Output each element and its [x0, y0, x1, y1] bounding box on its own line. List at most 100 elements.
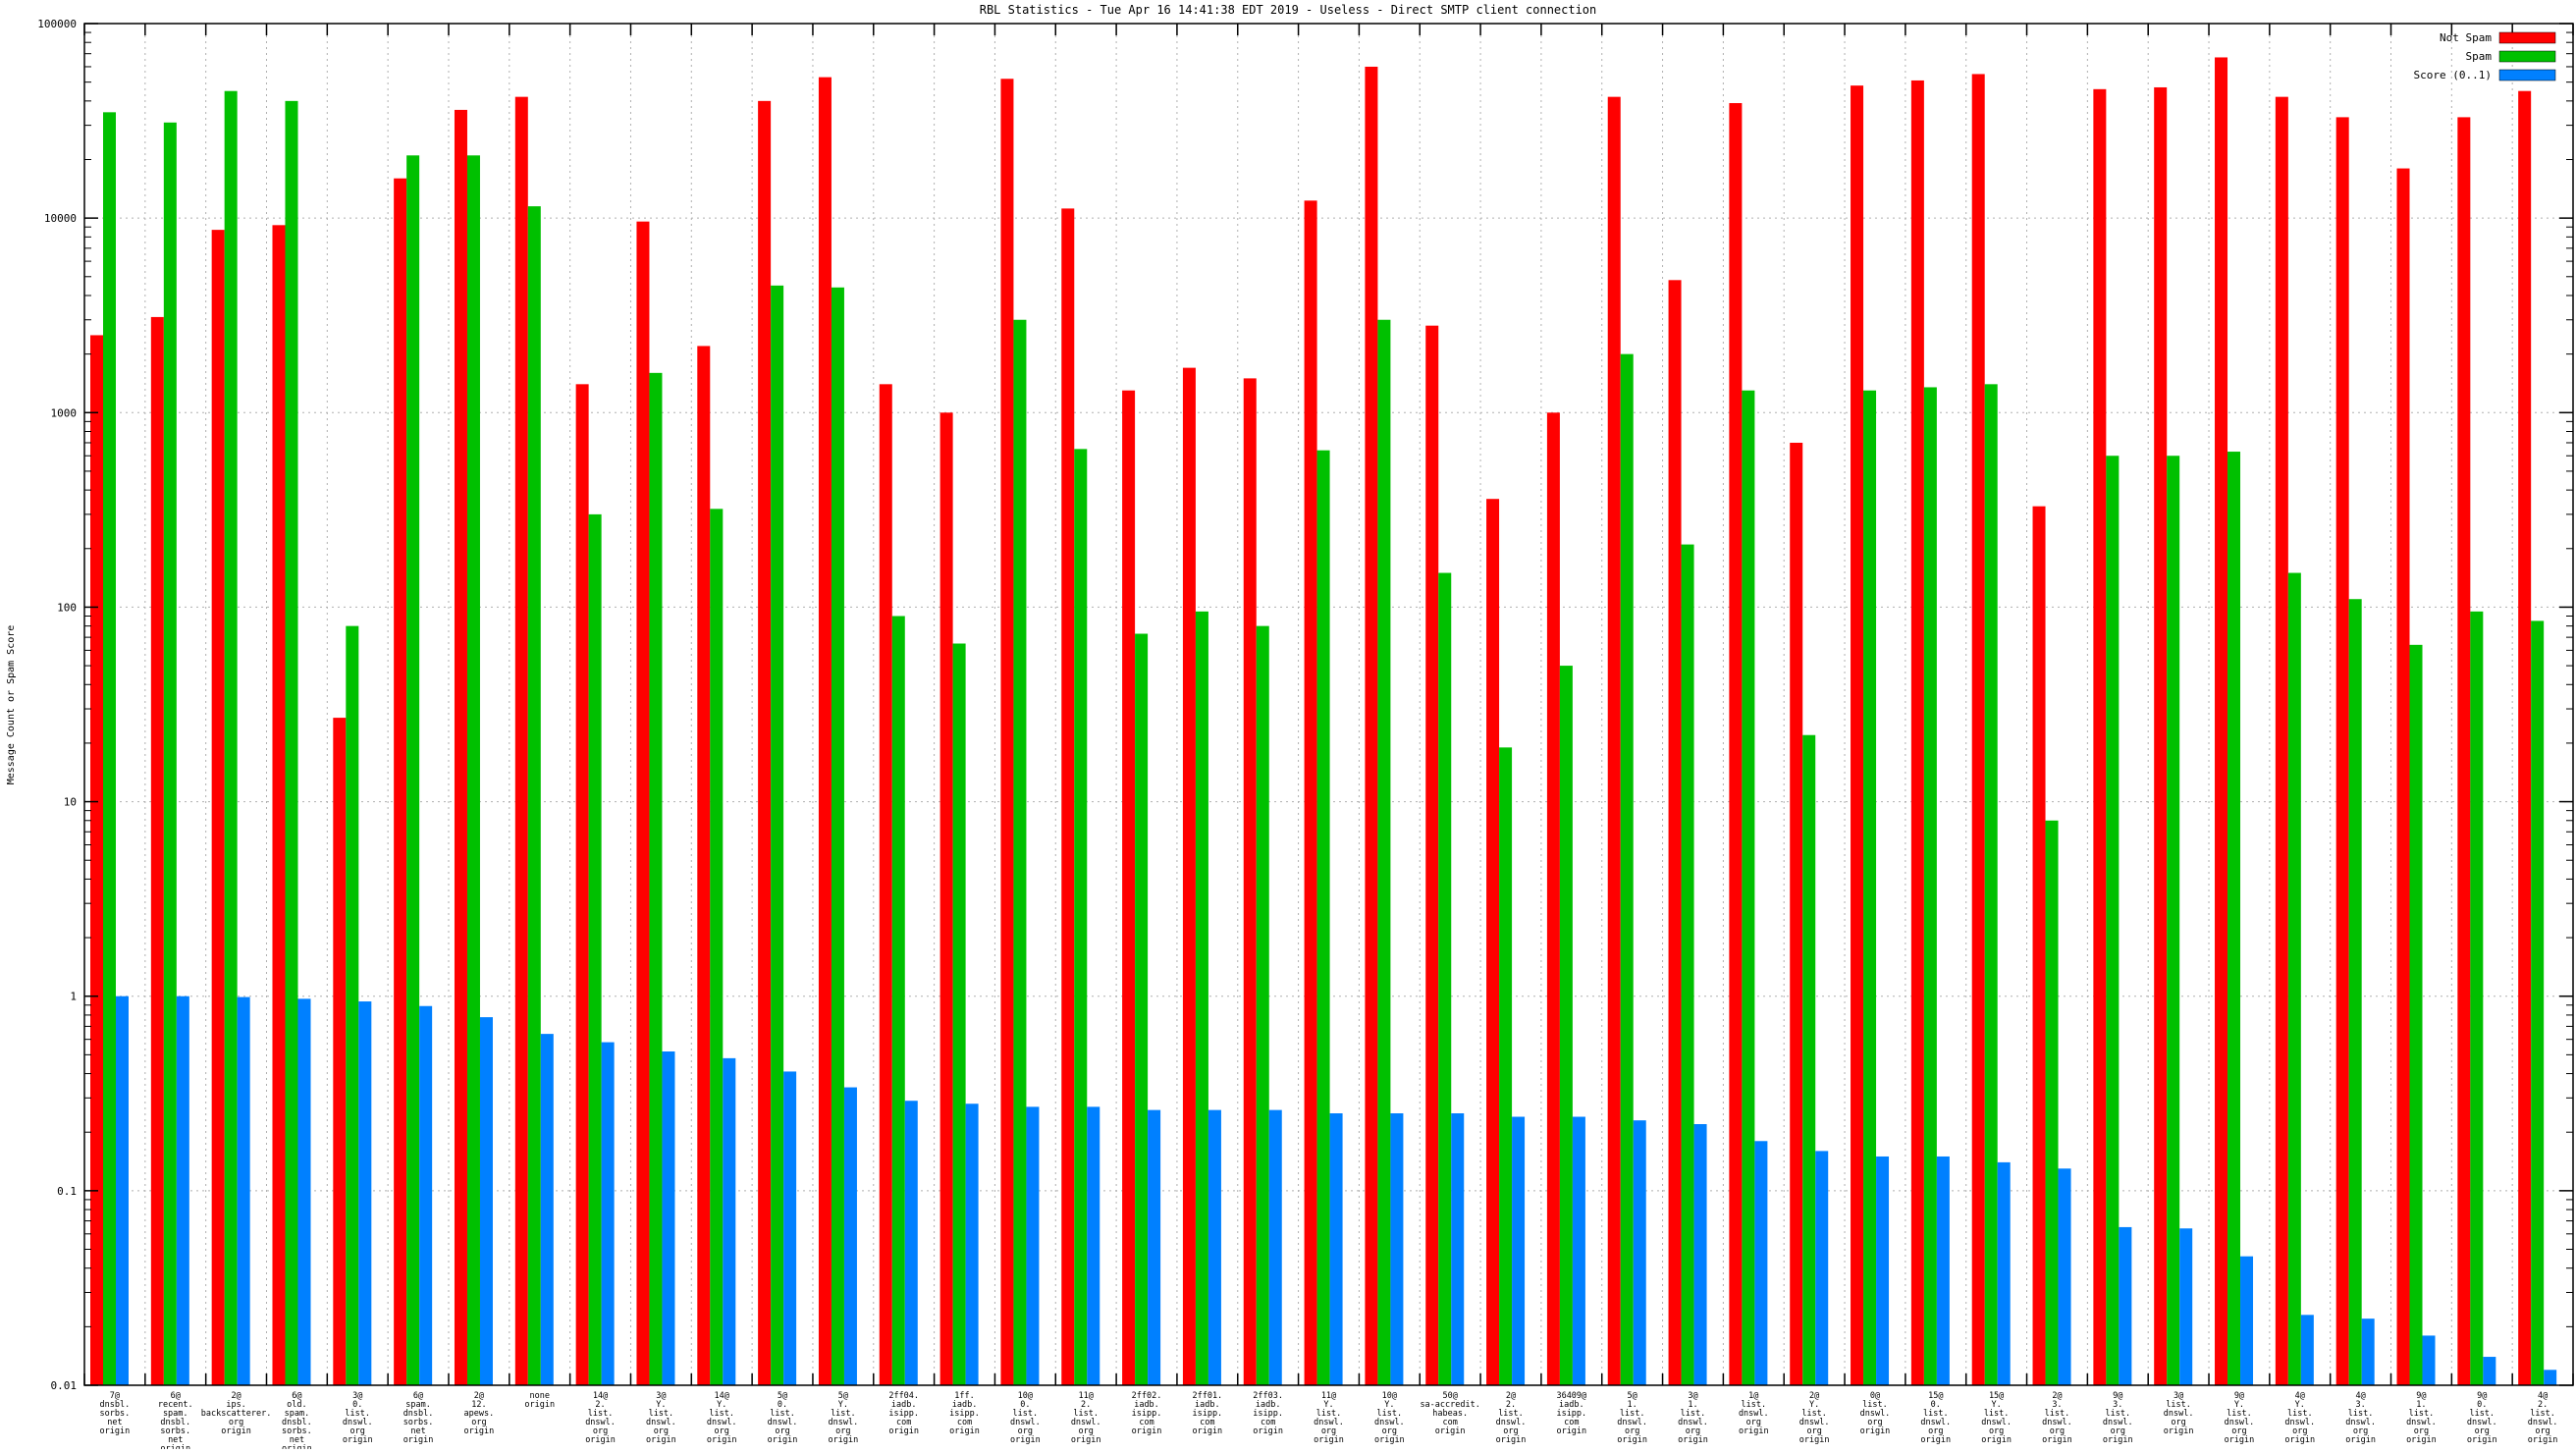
x-category-label-line: origin	[1435, 1426, 1466, 1436]
x-category-label-line: origin	[2164, 1426, 2194, 1436]
x-category-label: noneorigin	[524, 1391, 555, 1410]
x-category-label: 4@Y.list.dnswl.orgorigin	[2284, 1391, 2315, 1445]
score-bar	[1208, 1109, 1221, 1385]
not-spam-bar	[1182, 367, 1196, 1385]
x-category-label-line: origin	[829, 1435, 859, 1445]
x-category-label: 14@Y.list.dnswl.orgorigin	[707, 1391, 737, 1445]
y-tick-label: 10000	[44, 212, 77, 225]
spam-bar	[527, 206, 541, 1386]
spam-bar	[285, 100, 298, 1385]
score-bar	[419, 1005, 433, 1385]
legend-swatch	[2498, 50, 2556, 63]
x-category-label: 5@Y.list.dnswl.orgorigin	[829, 1391, 859, 1445]
bar-layer	[90, 57, 2557, 1386]
spam-bar	[406, 155, 420, 1386]
spam-bar	[1256, 625, 1269, 1385]
not-spam-bar	[758, 100, 772, 1385]
x-category-label: 0@list.dnswl.orgorigin	[1860, 1391, 1891, 1436]
not-spam-bar	[697, 346, 711, 1385]
x-category-label: 10@Y.list.dnswl.orgorigin	[1374, 1391, 1405, 1445]
spam-bar	[2470, 611, 2484, 1385]
x-category-label-line: origin	[768, 1435, 798, 1445]
score-bar	[1997, 1161, 2011, 1385]
not-spam-bar	[211, 230, 225, 1385]
x-category-label: 6@recent.spam.dnsbl.sorbs.netorigin	[158, 1391, 193, 1453]
x-category-label: 2ff02.iadb.isipp.comorigin	[1132, 1391, 1162, 1436]
x-category-label: 9@3.list.dnswl.orgorigin	[2103, 1391, 2133, 1445]
not-spam-bar	[2335, 117, 2349, 1385]
x-category-label: 15@Y.list.dnswl.orgorigin	[1981, 1391, 2012, 1445]
x-category-label-line: origin	[100, 1426, 131, 1436]
legend-label: Not Spam	[2440, 31, 2492, 44]
x-category-label-line: origin	[1253, 1426, 1283, 1436]
legend-entry-spam: Spam	[2466, 50, 2556, 63]
score-bar	[176, 996, 189, 1385]
x-category-label-line: origin	[1981, 1435, 2012, 1445]
x-category-label-line: origin	[2284, 1435, 2315, 1445]
not-spam-bar	[939, 412, 953, 1385]
spam-bar	[2167, 456, 2180, 1385]
x-category-label: 14@2.list.dnswl.orgorigin	[585, 1391, 616, 1445]
x-category-label-line: origin	[2103, 1435, 2133, 1445]
score-bar	[1026, 1106, 1040, 1385]
spam-bar	[1316, 450, 1330, 1385]
not-spam-bar	[1304, 200, 1317, 1385]
y-tick-label: 1	[70, 991, 77, 1003]
not-spam-bar	[1546, 412, 1560, 1385]
spam-bar	[649, 372, 663, 1385]
score-bar	[1512, 1116, 1526, 1385]
x-category-label-line: origin	[343, 1435, 373, 1445]
score-bar	[1754, 1141, 1768, 1385]
y-axis-title: Message Count or Spam Score	[6, 625, 17, 785]
score-bar	[1148, 1109, 1161, 1385]
not-spam-bar	[1000, 79, 1014, 1385]
not-spam-bar	[90, 335, 103, 1385]
spam-bar	[1195, 611, 1208, 1385]
x-category-label: 9@0.list.dnswl.orgorigin	[2467, 1391, 2497, 1445]
x-category-label: 7@dnsbl.sorbs.netorigin	[100, 1391, 131, 1436]
score-bar	[1451, 1113, 1465, 1385]
score-bar	[662, 1050, 675, 1385]
not-spam-bar	[1486, 499, 1500, 1386]
score-bar	[2119, 1226, 2132, 1385]
score-bar	[2300, 1315, 2314, 1385]
spam-bar	[1742, 390, 1755, 1386]
not-spam-bar	[2396, 168, 2410, 1385]
x-category-label-line: origin	[2225, 1435, 2255, 1445]
spam-bar	[2227, 452, 2241, 1386]
x-category-label-line: origin	[2467, 1435, 2497, 1445]
score-bar	[601, 1042, 615, 1385]
x-category-label: 9@Y.list.dnswl.orgorigin	[2225, 1391, 2255, 1445]
score-bar	[1876, 1156, 1890, 1385]
not-spam-bar	[2275, 96, 2288, 1385]
x-category-label-line: origin	[2406, 1435, 2437, 1445]
spam-bar	[1377, 319, 1391, 1385]
x-category-label: 2@Y.list.dnswl.orgorigin	[1799, 1391, 1830, 1445]
not-spam-bar	[1668, 280, 1682, 1386]
score-bar	[1390, 1113, 1404, 1385]
x-category-label-line: origin	[1556, 1426, 1586, 1436]
x-category-label-line: origin	[1374, 1435, 1405, 1445]
y-tick-label: 10	[64, 796, 77, 809]
x-category-label: 4@2.list.dnswl.orgorigin	[2528, 1391, 2558, 1445]
x-category-label: 5@0.list.dnswl.orgorigin	[768, 1391, 798, 1445]
chart-title: RBL Statistics - Tue Apr 16 14:41:38 EDT…	[980, 3, 1597, 17]
x-category-label-line: origin	[1617, 1435, 1647, 1445]
spam-bar	[1620, 353, 1634, 1385]
spam-bar	[163, 122, 177, 1385]
not-spam-bar	[1061, 208, 1075, 1386]
x-category-label-line: origin	[403, 1435, 434, 1445]
not-spam-bar	[2518, 90, 2532, 1385]
x-category-label: 15@0.list.dnswl.orgorigin	[1920, 1391, 1951, 1445]
spam-bar	[1013, 319, 1027, 1385]
x-category-label-line: origin	[1192, 1426, 1222, 1436]
spam-bar	[891, 616, 905, 1385]
not-spam-bar	[1243, 378, 1257, 1385]
x-category-label-line: origin	[1010, 1435, 1041, 1445]
x-category-label: 2ff01.iadb.isipp.comorigin	[1192, 1391, 1222, 1436]
spam-bar	[2531, 620, 2545, 1385]
x-category-label: 3@Y.list.dnswl.orgorigin	[646, 1391, 676, 1445]
x-category-label-line: origin	[464, 1426, 495, 1436]
spam-bar	[1863, 390, 1877, 1386]
not-spam-bar	[1122, 390, 1136, 1386]
